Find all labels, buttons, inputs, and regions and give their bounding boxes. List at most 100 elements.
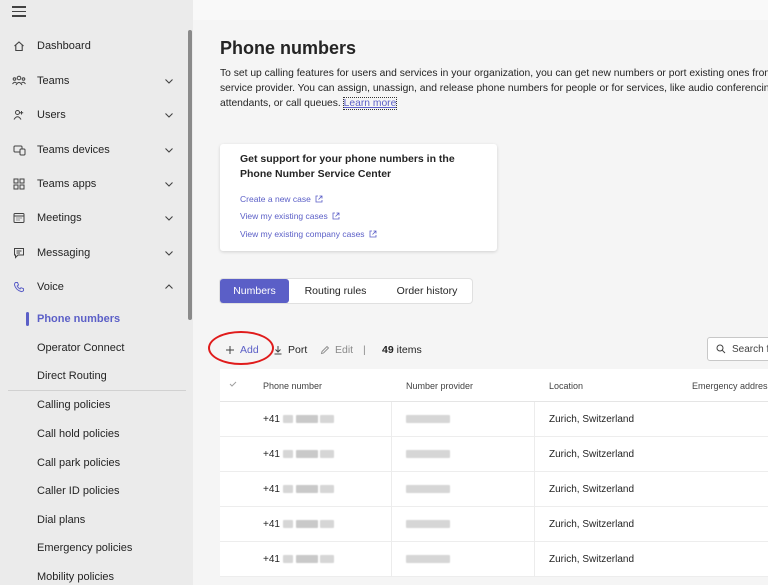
add-label: Add [240, 344, 259, 356]
column-header-location[interactable]: Location [549, 381, 583, 391]
sidebar-subitem-operator-connect[interactable]: Operator Connect [0, 334, 186, 362]
hamburger-menu-icon[interactable] [12, 6, 26, 18]
column-divider [391, 542, 392, 577]
location-cell: Zurich, Switzerland [549, 519, 635, 530]
chevron-down-icon[interactable] [163, 75, 175, 87]
phone-number-cell: +41 [263, 519, 335, 530]
search-input[interactable]: Search fo [707, 337, 768, 361]
link-label: Create a new case [240, 194, 311, 204]
table-row[interactable]: +41 Zurich, Switzerland [220, 402, 768, 437]
sidebar-subitem-dial-plans[interactable]: Dial plans [0, 506, 186, 534]
support-card-title: Get support for your phone numbers in th… [240, 153, 455, 180]
sidebar-item-users[interactable]: Users [0, 98, 186, 132]
location-cell: Zurich, Switzerland [549, 414, 635, 425]
download-icon [274, 346, 282, 355]
number-provider-cell [406, 484, 450, 495]
sidebar-item-teams-devices[interactable]: Teams devices [0, 133, 186, 167]
column-divider [534, 472, 535, 507]
devices-icon [12, 143, 26, 157]
sidebar-item-label: Teams [37, 75, 70, 87]
phone-number-cell: +41 [263, 414, 335, 425]
column-divider [391, 437, 392, 472]
sidebar-subitem-phone-numbers[interactable]: Phone numbers [0, 305, 186, 333]
item-count-number: 49 [382, 344, 394, 356]
view-cases-link[interactable]: View my existing cases [240, 211, 340, 221]
chevron-down-icon[interactable] [163, 144, 175, 156]
item-count-suffix: items [396, 344, 422, 356]
sidebar-item-label: Teams apps [37, 178, 97, 190]
sidebar-item-label: Phone numbers [37, 313, 121, 325]
external-link-icon [369, 230, 376, 238]
home-icon [12, 39, 26, 53]
port-button[interactable]: Port [273, 344, 307, 356]
sidebar-item-label: Operator Connect [37, 342, 125, 354]
column-divider [391, 402, 392, 437]
table-row[interactable]: +41 Zurich, Switzerland [220, 472, 768, 507]
table-row[interactable]: +41 Zurich, Switzerland [220, 437, 768, 472]
sidebar-item-teams[interactable]: Teams [0, 64, 186, 98]
sidebar-item-label: Direct Routing [37, 370, 107, 382]
sidebar-subitem-call-hold-policies[interactable]: Call hold policies [0, 420, 186, 448]
sidebar-subitem-emergency-policies[interactable]: Emergency policies [0, 534, 186, 562]
column-header-phone-number[interactable]: Phone number [263, 381, 322, 391]
phone-prefix: +41 [263, 484, 280, 495]
add-button[interactable]: Add [225, 344, 259, 356]
link-label: View my existing company cases [240, 229, 365, 239]
phone-numbers-table: Phone number Number provider Location Em… [220, 369, 768, 577]
sidebar-scrollbar[interactable] [188, 30, 192, 320]
chevron-down-icon[interactable] [163, 212, 175, 224]
table-header: Phone number Number provider Location Em… [220, 369, 768, 402]
table-row[interactable]: +41 Zurich, Switzerland [220, 542, 768, 577]
sidebar-item-label: Calling policies [37, 399, 111, 411]
sidebar-item-label: Voice [37, 281, 64, 293]
tab-bar: Numbers Routing rules Order history [220, 279, 472, 303]
sidebar-item-label: Meetings [37, 212, 82, 224]
chevron-down-icon[interactable] [163, 247, 175, 259]
external-link-icon [315, 195, 323, 203]
learn-more-link[interactable]: Learn more [342, 97, 398, 110]
sidebar-subitem-caller-id-policies[interactable]: Caller ID policies [0, 477, 186, 505]
sidebar-item-messaging[interactable]: Messaging [0, 236, 186, 270]
sidebar: Dashboard Teams Users Teams devices Team… [0, 0, 193, 585]
port-label: Port [288, 344, 308, 356]
page-title: Phone numbers [220, 38, 357, 58]
tab-routing-rules[interactable]: Routing rules [289, 279, 382, 303]
chevron-up-icon[interactable] [163, 281, 175, 293]
select-all-checkmark-icon[interactable] [228, 379, 238, 389]
top-strip [193, 0, 768, 20]
create-case-link[interactable]: Create a new case [240, 194, 323, 204]
sidebar-item-meetings[interactable]: Meetings [0, 201, 186, 235]
sidebar-item-label: Dashboard [37, 40, 91, 52]
number-provider-cell [406, 554, 450, 565]
sidebar-item-label: Teams devices [37, 144, 110, 156]
page-description: To set up calling features for users and… [220, 66, 768, 111]
phone-prefix: +41 [263, 414, 280, 425]
column-header-number-provider[interactable]: Number provider [406, 381, 473, 391]
pencil-icon [320, 345, 330, 355]
view-company-cases-link[interactable]: View my existing company cases [240, 229, 377, 239]
sidebar-item-dashboard[interactable]: Dashboard [0, 29, 186, 63]
sidebar-item-label: Caller ID policies [37, 485, 120, 497]
column-divider [534, 402, 535, 437]
edit-button[interactable]: Edit [320, 344, 353, 356]
tab-numbers[interactable]: Numbers [220, 279, 289, 303]
table-row[interactable]: +41 Zurich, Switzerland [220, 507, 768, 542]
chevron-down-icon[interactable] [163, 178, 175, 190]
sidebar-subitem-direct-routing[interactable]: Direct Routing [0, 362, 186, 390]
sidebar-item-label: Call hold policies [37, 428, 120, 440]
sidebar-item-label: Emergency policies [37, 542, 133, 554]
sidebar-item-label: Users [37, 109, 66, 121]
calendar-icon [12, 211, 26, 225]
chevron-down-icon[interactable] [163, 109, 175, 121]
sidebar-subitem-calling-policies[interactable]: Calling policies [0, 391, 186, 419]
phone-prefix: +41 [263, 554, 280, 565]
location-cell: Zurich, Switzerland [549, 554, 635, 565]
column-divider [391, 507, 392, 542]
tab-order-history[interactable]: Order history [382, 279, 472, 303]
sidebar-subitem-call-park-policies[interactable]: Call park policies [0, 449, 186, 477]
sidebar-item-voice[interactable]: Voice [0, 270, 186, 304]
description-line: attendants, or call queues. [220, 98, 341, 109]
sidebar-subitem-mobility-policies[interactable]: Mobility policies [0, 563, 186, 585]
sidebar-item-teams-apps[interactable]: Teams apps [0, 167, 186, 201]
column-header-emergency-address[interactable]: Emergency address [692, 381, 768, 391]
